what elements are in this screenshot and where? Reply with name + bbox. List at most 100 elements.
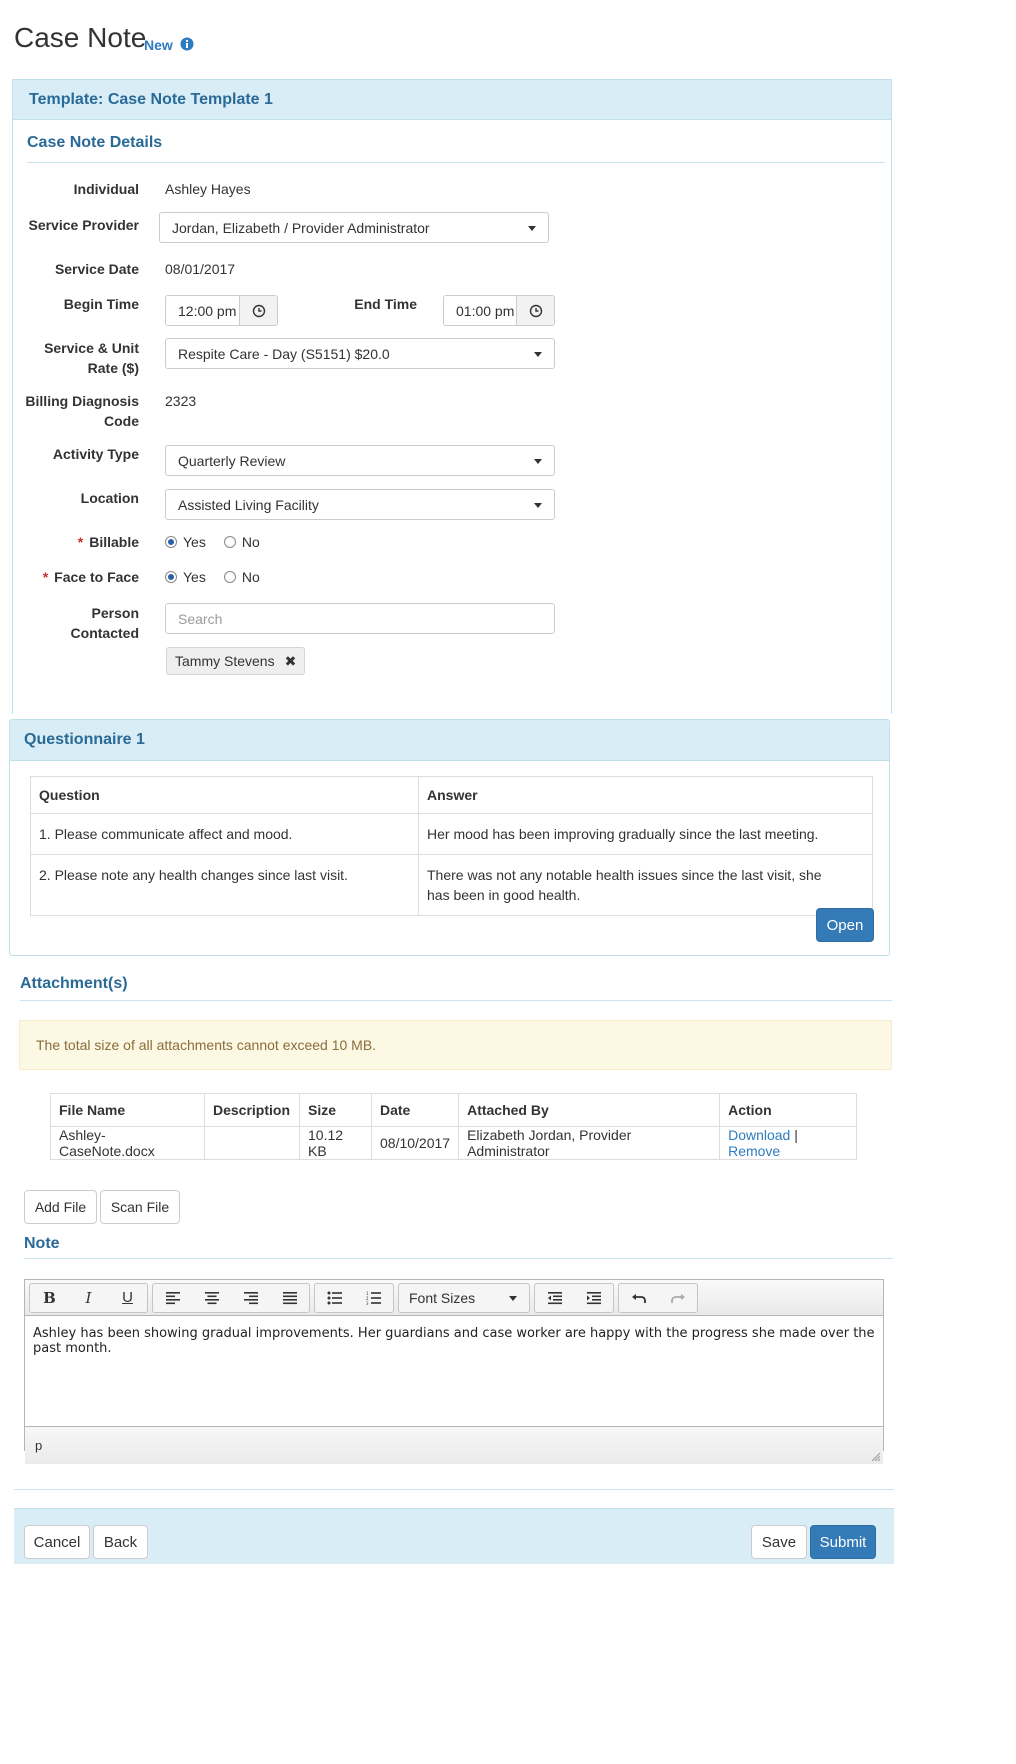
- align-right-icon[interactable]: [231, 1284, 270, 1312]
- billable-yes-radio[interactable]: [165, 536, 177, 548]
- individual-label: Individual: [73, 181, 139, 197]
- back-button[interactable]: Back: [93, 1525, 148, 1559]
- scan-file-button[interactable]: Scan File: [100, 1190, 180, 1224]
- font-sizes-label: Font Sizes: [409, 1289, 476, 1306]
- service-provider-select[interactable]: Jordan, Elizabeth / Provider Administrat…: [159, 212, 549, 243]
- table-row: 2. Please note any health changes since …: [30, 854, 873, 916]
- action-cell: Download | Remove: [719, 1126, 857, 1160]
- required-asterisk: *: [77, 534, 84, 550]
- case-note-details-title: Case Note Details: [27, 134, 163, 151]
- answer-cell: There was not any notable health issues …: [418, 854, 873, 916]
- service-date-value: 08/01/2017: [165, 261, 236, 277]
- service-rate-label: Service & Unit Rate ($): [20, 338, 139, 378]
- chevron-down-icon: [534, 351, 542, 357]
- bold-icon[interactable]: B: [30, 1284, 69, 1312]
- svg-text:3: 3: [366, 1301, 369, 1305]
- divider: [27, 162, 885, 163]
- indent-icon[interactable]: [574, 1284, 613, 1312]
- page-title: Case Note: [14, 22, 147, 53]
- bullet-list-icon[interactable]: [315, 1284, 354, 1312]
- begin-time-picker[interactable]: 12:00 pm: [165, 295, 278, 326]
- billable-radio-group: Yes No: [165, 534, 260, 550]
- service-rate-label-line1: Service & Unit: [44, 340, 139, 356]
- begin-time-label: Begin Time: [63, 296, 139, 312]
- end-time-picker[interactable]: 01:00 pm: [443, 295, 555, 326]
- underline-icon[interactable]: U: [108, 1284, 147, 1312]
- download-link[interactable]: Download: [728, 1127, 790, 1143]
- question-cell: 2. Please note any health changes since …: [30, 854, 419, 916]
- question-cell: 1. Please communicate affect and mood.: [30, 813, 419, 855]
- save-button[interactable]: Save: [751, 1525, 807, 1559]
- face-yes-radio[interactable]: [165, 571, 177, 583]
- activity-type-value: Quarterly Review: [178, 452, 286, 469]
- note-title: Note: [24, 1235, 60, 1252]
- numbered-list-icon[interactable]: 123: [354, 1284, 393, 1312]
- add-file-button[interactable]: Add File: [24, 1190, 97, 1224]
- note-editor: B I U 123 Font Sizes Ashley has been sho…: [24, 1279, 884, 1464]
- divider: [20, 1000, 892, 1001]
- billable-no-label: No: [241, 534, 260, 550]
- align-center-icon[interactable]: [192, 1284, 231, 1312]
- status-badge: New: [144, 37, 173, 53]
- answer-header: Answer: [418, 776, 873, 814]
- cancel-button[interactable]: Cancel: [24, 1525, 90, 1559]
- undo-icon[interactable]: [619, 1284, 658, 1312]
- billing-code-label-line1: Billing Diagnosis: [25, 393, 139, 409]
- answer-line: There was not any notable health issues …: [427, 867, 822, 883]
- template-title: Template: Case Note Template 1: [29, 90, 273, 108]
- element-path: p: [35, 1438, 43, 1453]
- info-icon[interactable]: [180, 37, 194, 51]
- billable-label-text: Billable: [89, 534, 139, 550]
- service-date-label: Service Date: [54, 261, 139, 277]
- list-group: 123: [314, 1282, 394, 1313]
- italic-icon[interactable]: I: [69, 1284, 108, 1312]
- billable-no-radio[interactable]: [223, 536, 236, 548]
- end-time-label: End Time: [354, 296, 417, 312]
- end-time-input[interactable]: 01:00 pm: [444, 296, 516, 325]
- face-yes-label: Yes: [183, 569, 206, 585]
- service-provider-value: Jordan, Elizabeth / Provider Administrat…: [172, 219, 430, 236]
- file-name-header: File Name: [50, 1093, 205, 1127]
- font-size-group: Font Sizes: [398, 1282, 530, 1313]
- answer-line: has been in good health.: [427, 887, 581, 903]
- person-search-input[interactable]: Search: [165, 603, 555, 634]
- size-header: Size: [299, 1093, 372, 1127]
- indent-group: [534, 1282, 614, 1313]
- activity-type-select[interactable]: Quarterly Review: [165, 445, 555, 476]
- service-rate-select[interactable]: Respite Care - Day (S5151) $20.0: [165, 338, 555, 369]
- location-select[interactable]: Assisted Living Facility: [165, 489, 555, 520]
- align-justify-icon[interactable]: [270, 1284, 309, 1312]
- editor-toolbar: B I U 123 Font Sizes: [25, 1280, 883, 1316]
- redo-icon[interactable]: [658, 1284, 697, 1312]
- attachment-size-alert: The total size of all attachments cannot…: [19, 1020, 892, 1070]
- editor-statusbar: p: [25, 1426, 883, 1464]
- questionnaire-header: Questionnaire 1: [10, 720, 889, 761]
- align-left-icon[interactable]: [153, 1284, 192, 1312]
- open-button[interactable]: Open: [816, 908, 874, 942]
- clock-icon[interactable]: [516, 296, 554, 325]
- billing-code-label-line2: Code: [104, 413, 139, 429]
- face-to-face-radio-group: Yes No: [165, 569, 260, 585]
- divider: [24, 1258, 893, 1259]
- align-group: [152, 1282, 310, 1313]
- service-rate-value: Respite Care - Day (S5151) $20.0: [178, 345, 390, 362]
- resize-handle-icon[interactable]: [871, 1452, 881, 1462]
- remove-link[interactable]: Remove: [728, 1143, 780, 1159]
- clock-icon[interactable]: [239, 296, 277, 325]
- chevron-down-icon: [528, 225, 536, 231]
- font-sizes-select[interactable]: Font Sizes: [399, 1284, 529, 1312]
- face-no-radio[interactable]: [223, 571, 236, 583]
- table-row: Ashley-CaseNote.docx 10.12 KB 08/10/2017…: [50, 1126, 857, 1160]
- attachments-table: File Name Description Size Date Attached…: [50, 1093, 857, 1160]
- begin-time-input[interactable]: 12:00 pm: [166, 296, 239, 325]
- link-separator: |: [794, 1127, 798, 1143]
- submit-button[interactable]: Submit: [810, 1525, 876, 1559]
- outdent-icon[interactable]: [535, 1284, 574, 1312]
- billable-yes-label: Yes: [183, 534, 206, 550]
- note-editor-content[interactable]: Ashley has been showing gradual improvem…: [25, 1316, 883, 1426]
- description-header: Description: [204, 1093, 300, 1127]
- location-label: Location: [80, 490, 139, 506]
- remove-tag-icon[interactable]: ✖: [285, 653, 297, 670]
- activity-type-label: Activity Type: [52, 446, 139, 462]
- chevron-down-icon: [534, 502, 542, 508]
